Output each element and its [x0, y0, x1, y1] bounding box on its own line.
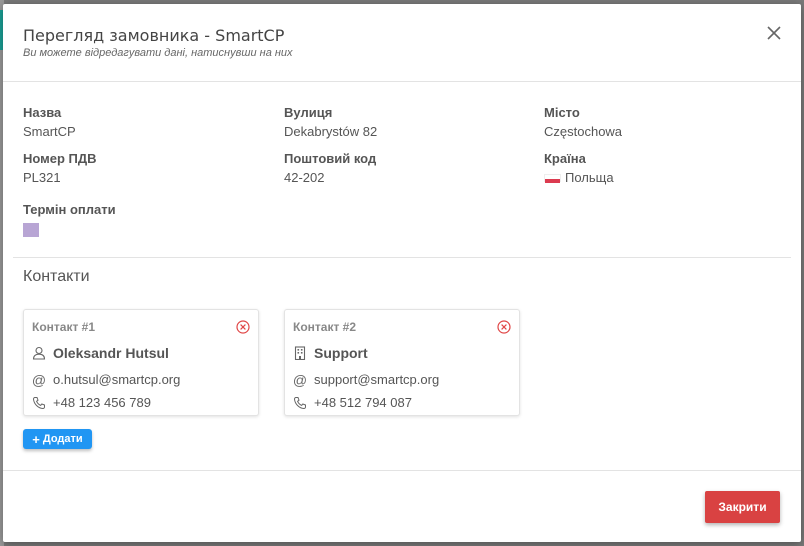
contact-phone: +48 512 794 087 [314, 395, 412, 410]
building-icon [293, 346, 307, 360]
field-name-value[interactable]: SmartCP [23, 124, 76, 139]
add-contact-button[interactable]: + Додати [23, 429, 92, 449]
field-street[interactable]: Вулиця Dekabrystów 82 [284, 105, 377, 139]
plus-icon: + [32, 431, 40, 447]
contact-email-row[interactable]: @ support@smartcp.org [293, 372, 439, 387]
payment-term-swatch[interactable] [23, 223, 39, 237]
at-icon: @ [292, 371, 308, 388]
contact-phone-row[interactable]: +48 123 456 789 [32, 395, 151, 410]
field-postal-label: Поштовий код [284, 151, 377, 166]
contact-email: support@smartcp.org [314, 372, 440, 387]
customer-modal: Перегляд замовника - SmartCP Ви можете в… [3, 4, 801, 542]
field-payment-term[interactable]: Термін оплати [23, 202, 116, 237]
close-button[interactable]: Закрити [705, 491, 780, 523]
field-city-value[interactable]: Częstochowa [544, 124, 622, 139]
contact-name: Support [314, 345, 368, 361]
contact-number: Контакт #2 [293, 320, 357, 334]
field-country-label: Країна [544, 151, 586, 166]
remove-contact-icon[interactable] [497, 320, 511, 334]
field-city[interactable]: Місто Częstochowa [544, 105, 622, 139]
field-city-label: Місто [544, 105, 580, 120]
contact-name: Oleksandr Hutsul [53, 345, 169, 361]
contact-email-row[interactable]: @ o.hutsul@smartcp.org [32, 372, 180, 387]
close-icon[interactable] [765, 24, 783, 42]
remove-contact-icon[interactable] [236, 320, 250, 334]
contact-name-row[interactable]: Oleksandr Hutsul [32, 345, 169, 361]
at-icon: @ [31, 371, 47, 388]
contact-card[interactable]: Контакт #2 Support @ support@smartcp.org… [284, 309, 520, 416]
field-vat-value[interactable]: PL321 [23, 170, 97, 185]
poland-flag-icon [544, 173, 561, 183]
field-payment-term-label: Термін оплати [23, 202, 116, 217]
field-street-value[interactable]: Dekabrystów 82 [284, 124, 377, 139]
contact-number: Контакт #1 [32, 320, 96, 334]
modal-subtitle: Ви можете відредагувати дані, натиснувши… [23, 47, 293, 59]
field-street-label: Вулиця [284, 105, 333, 120]
contacts-title: Контакти [23, 268, 90, 285]
field-name[interactable]: Назва SmartCP [23, 105, 76, 139]
contact-email: o.hutsul@smartcp.org [53, 372, 181, 387]
add-contact-label: Додати [42, 433, 83, 445]
field-country-value[interactable]: Польща [544, 170, 614, 185]
modal-header: Перегляд замовника - SmartCP Ви можете в… [3, 4, 801, 82]
field-vat[interactable]: Номер ПДВ PL321 [23, 151, 97, 185]
contact-name-row[interactable]: Support [293, 345, 368, 361]
contact-phone: +48 123 456 789 [53, 395, 151, 410]
phone-icon [32, 396, 46, 410]
field-country[interactable]: Країна Польща [544, 151, 614, 185]
section-divider [13, 257, 791, 258]
field-postal[interactable]: Поштовий код 42-202 [284, 151, 376, 185]
user-icon [32, 346, 46, 360]
contact-phone-row[interactable]: +48 512 794 087 [293, 395, 412, 410]
modal-title: Перегляд замовника - SmartCP [23, 26, 285, 45]
contact-card[interactable]: Контакт #1 Oleksandr Hutsul @ o.hutsul@s… [23, 309, 259, 416]
field-vat-label: Номер ПДВ [23, 151, 97, 166]
footer-divider [3, 470, 801, 471]
phone-icon [293, 396, 307, 410]
country-name: Польща [565, 170, 614, 185]
field-name-label: Назва [23, 105, 62, 120]
field-postal-value[interactable]: 42-202 [284, 170, 376, 185]
